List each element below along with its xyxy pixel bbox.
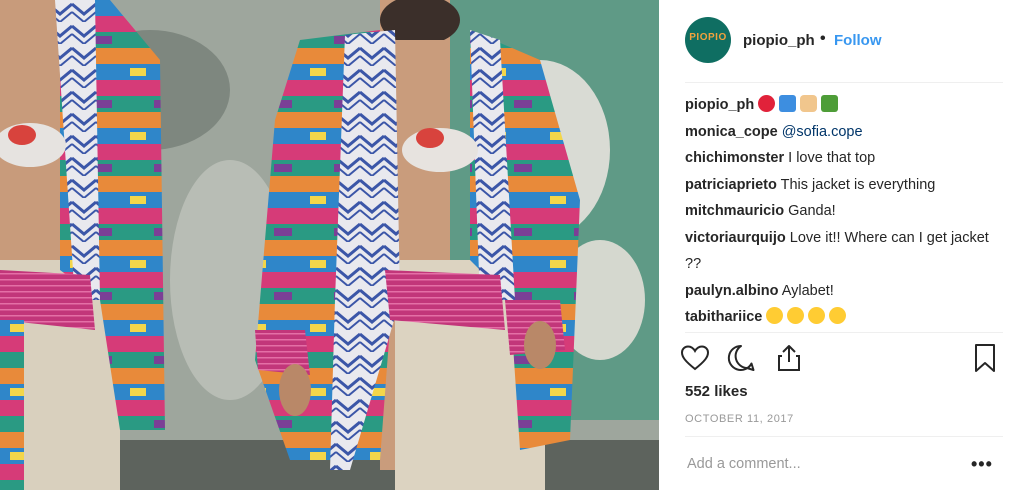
header-divider — [685, 82, 1003, 83]
add-comment-input[interactable] — [687, 456, 937, 472]
header-separator: • — [820, 30, 826, 47]
post-header: PIOPIO piopio_ph • Follow — [659, 0, 1024, 82]
comment-mention[interactable]: @sofia.cope — [782, 124, 863, 140]
hibiscus-emoji — [758, 95, 776, 112]
comment-username[interactable]: chichimonster — [685, 150, 784, 166]
heart-eyes-emoji — [808, 307, 826, 324]
comment-item: mitchmauricio Ganda! — [685, 198, 995, 225]
likes-count[interactable]: 552 likes — [685, 383, 748, 400]
comment-item: tabithariice — [685, 304, 995, 330]
avatar[interactable]: PIOPIO — [685, 17, 731, 63]
heart-icon[interactable] — [679, 342, 711, 374]
comment-text: I love that top — [788, 150, 876, 166]
comment-username[interactable]: monica_cope — [685, 124, 778, 140]
comment-item: victoriaurquijo Love it!! Where can I ge… — [685, 225, 995, 278]
footer-divider — [685, 436, 1003, 437]
post-photo[interactable] — [0, 0, 659, 490]
wave-emoji — [779, 95, 797, 112]
comment-username[interactable]: tabithariice — [685, 309, 762, 325]
comment-username[interactable]: victoriaurquijo — [685, 230, 786, 246]
comment-text: Aylabet! — [781, 282, 834, 299]
share-icon[interactable] — [773, 342, 805, 374]
comment-username[interactable]: patriciaprieto — [685, 177, 777, 193]
comment-item: paulyn.albino Aylabet! — [685, 278, 995, 305]
comment-item: monica_cope @sofia.cope — [685, 119, 995, 146]
action-bar — [679, 342, 1001, 374]
comment-item: patriciaprieto This jacket is everything — [685, 172, 995, 199]
heart-eyes-emoji — [829, 307, 847, 324]
more-options-button[interactable]: ••• — [971, 454, 993, 475]
comments-list: piopio_ph monica_cope @sofia.cope chichi… — [685, 92, 995, 330]
follow-button[interactable]: Follow — [834, 32, 882, 49]
comment-text: This jacket is everything — [780, 176, 936, 193]
comment-username[interactable]: paulyn.albino — [685, 283, 778, 299]
comments-divider — [685, 332, 1003, 333]
heart-eyes-emoji — [766, 307, 784, 324]
comment-icon[interactable] — [725, 342, 757, 374]
avatar-logo-text: PIOPIO — [689, 32, 727, 43]
palm-tree-emoji — [821, 95, 839, 112]
comment-item: chichimonster I love that top — [685, 145, 995, 172]
bookmark-icon[interactable] — [969, 342, 1001, 374]
comment-text: Ganda! — [788, 203, 836, 219]
comment-username[interactable]: mitchmauricio — [685, 203, 784, 219]
comment-item: piopio_ph — [685, 92, 995, 119]
photo-illustration — [0, 0, 659, 490]
heart-eyes-emoji — [787, 307, 805, 324]
post-side-panel: PIOPIO piopio_ph • Follow piopio_ph moni… — [659, 0, 1024, 490]
post-date: OCTOBER 11, 2017 — [685, 413, 794, 425]
victory-hand-emoji — [800, 95, 818, 112]
header-username[interactable]: piopio_ph — [743, 32, 815, 49]
comment-username[interactable]: piopio_ph — [685, 97, 754, 113]
